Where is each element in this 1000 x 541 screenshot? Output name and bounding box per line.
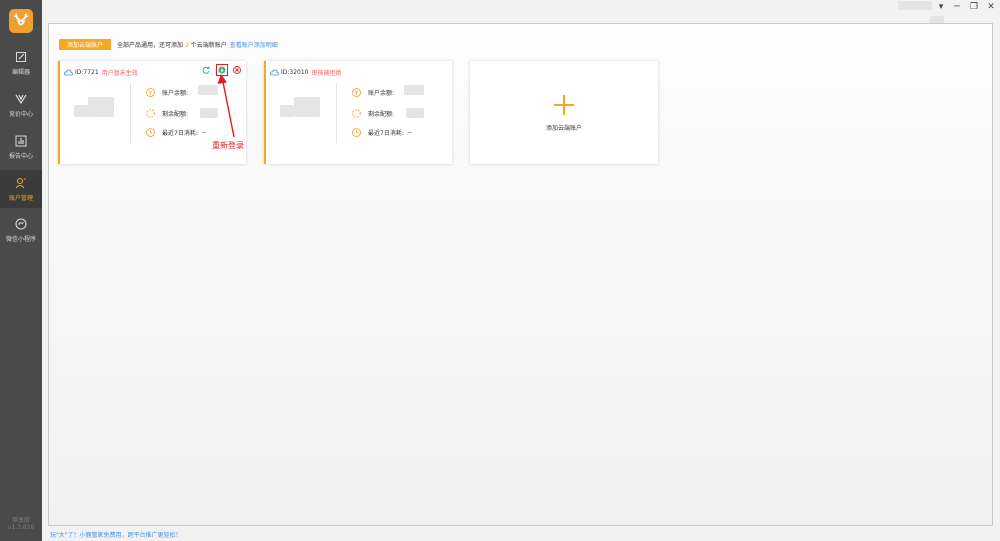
promo-link[interactable]: 玩"大"了！小鹿管家免费用，跨平台推广更轻松！ bbox=[50, 530, 182, 539]
sidebar-item-report[interactable]: 报告中心 bbox=[0, 128, 42, 166]
add-cloud-account-button[interactable]: 添加云端账户 bbox=[59, 39, 111, 50]
card-header: ID:32010 审核被拒绝 bbox=[270, 68, 342, 77]
quota-value-blurred bbox=[406, 108, 425, 118]
sidebar-item-editor[interactable]: 编辑器 bbox=[0, 44, 42, 82]
yuan-icon bbox=[352, 88, 361, 97]
balance-row: 账户余额: bbox=[352, 84, 425, 97]
cost-row: 最近7日消耗: -- bbox=[352, 128, 412, 137]
card-header: ID:7721 用户暂未生效 bbox=[64, 68, 138, 77]
hint-prefix: 全部产品通用，还可添加 bbox=[117, 42, 184, 49]
card-divider bbox=[336, 83, 337, 143]
account-status: 审核被拒绝 bbox=[311, 70, 342, 77]
deer-logo-icon bbox=[13, 13, 29, 26]
balance-value-blurred bbox=[404, 84, 425, 95]
account-avatar-blurred bbox=[280, 97, 320, 117]
cost-label: 最近7日消耗: bbox=[368, 130, 404, 137]
version-name: 尊享版 bbox=[11, 517, 30, 524]
quota-row: 剩余配额: bbox=[352, 108, 425, 118]
quota-label: 剩余配额: bbox=[368, 110, 395, 118]
mini-program-icon bbox=[14, 217, 28, 231]
quota-row: 剩余配额: bbox=[146, 108, 219, 118]
quota-hint: 全部产品通用，还可添加 2 个云端新账户 bbox=[117, 40, 227, 49]
sidebar-item-mini-program[interactable]: 微信小程序 bbox=[0, 211, 42, 249]
sidebar-item-label: 账户管理 bbox=[8, 195, 33, 202]
quota-label: 剩余配额: bbox=[162, 110, 189, 118]
sidebar-item-label: 编辑器 bbox=[11, 69, 30, 76]
account-status: 用户暂未生效 bbox=[101, 70, 138, 77]
clock-icon bbox=[146, 128, 155, 137]
app-logo bbox=[9, 9, 33, 33]
cost-label: 最近7日消耗: bbox=[162, 130, 198, 137]
yuan-icon bbox=[146, 88, 155, 97]
account-icon bbox=[14, 176, 28, 190]
sidebar-item-label: 竞价中心 bbox=[8, 111, 33, 118]
cost-value: -- bbox=[201, 129, 207, 136]
user-info-blurred bbox=[898, 1, 932, 10]
card-divider bbox=[130, 83, 131, 143]
minimize-button[interactable]: ─ bbox=[952, 2, 962, 12]
sidebar-item-label: 微信小程序 bbox=[5, 236, 36, 243]
add-cloud-account-label: 添加云端账户 bbox=[545, 125, 582, 132]
add-cloud-account-card[interactable]: 添加云端账户 bbox=[470, 61, 658, 164]
version-number: v1.3.826 bbox=[7, 524, 35, 531]
toolbar: 添加云端账户 全部产品通用，还可添加 2 个云端新账户 查看账户添加明细 bbox=[59, 39, 278, 50]
guide-link[interactable]: 查看账户添加明细 bbox=[230, 40, 278, 49]
annotation-arrow bbox=[217, 74, 235, 138]
balance-label: 账户余额: bbox=[162, 90, 189, 97]
plus-icon bbox=[554, 95, 574, 115]
hint-count: 2 bbox=[184, 42, 189, 49]
cost-row: 最近7日消耗: -- bbox=[146, 128, 206, 137]
account-id: ID:7721 bbox=[75, 69, 99, 76]
sidebar-item-label: 报告中心 bbox=[8, 153, 33, 160]
cost-value: -- bbox=[407, 129, 413, 136]
card-accent-stripe bbox=[264, 61, 266, 164]
account-management-panel: 添加云端账户 全部产品通用，还可添加 2 个云端新账户 查看账户添加明细 ID:… bbox=[48, 23, 993, 526]
balance-row: 账户余额: bbox=[146, 84, 219, 97]
refresh-icon[interactable] bbox=[202, 66, 210, 74]
cloud-icon bbox=[270, 69, 279, 76]
account-card[interactable]: ID:32010 审核被拒绝 账户余额: 剩余配额: 最近7日消耗: -- bbox=[264, 61, 452, 164]
hint-suffix: 个云端新账户 bbox=[190, 42, 227, 49]
sidebar: 编辑器 竞价中心 报告中心 账户管理 微信小程序 尊享版 v1.3.826 bbox=[0, 0, 42, 541]
cloud-icon bbox=[64, 69, 73, 76]
card-accent-stripe bbox=[58, 61, 60, 164]
annotation-label: 重新登录 bbox=[212, 141, 244, 150]
quota-icon bbox=[352, 108, 361, 118]
menu-dropdown-icon[interactable]: ▾ bbox=[936, 2, 946, 12]
balance-label: 账户余额: bbox=[368, 90, 395, 97]
sidebar-item-bidding[interactable]: 竞价中心 bbox=[0, 86, 42, 124]
edit-icon bbox=[14, 50, 28, 64]
account-id: ID:32010 bbox=[281, 69, 309, 76]
bidding-icon bbox=[14, 92, 28, 106]
account-avatar-blurred bbox=[74, 97, 114, 117]
quota-icon bbox=[146, 108, 155, 118]
sidebar-item-account[interactable]: 账户管理 bbox=[0, 170, 42, 208]
clock-icon bbox=[352, 128, 361, 137]
restore-button[interactable]: ❐ bbox=[969, 2, 979, 12]
delete-icon[interactable] bbox=[233, 66, 241, 74]
close-button[interactable]: ✕ bbox=[986, 2, 996, 12]
report-icon bbox=[14, 134, 28, 148]
